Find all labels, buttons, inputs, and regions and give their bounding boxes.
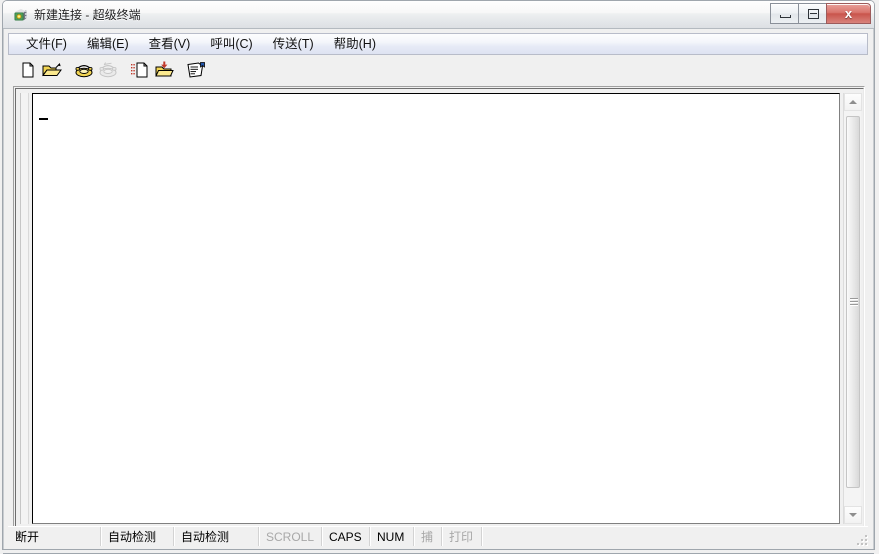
menu-help[interactable]: 帮助(H) [326, 35, 384, 54]
phone-hangup-icon [99, 61, 117, 77]
scrollbar-thumb[interactable] [846, 116, 860, 488]
chevron-up-icon [849, 100, 857, 104]
send-file-button[interactable] [128, 58, 152, 81]
menu-transfer[interactable]: 传送(T) [265, 35, 322, 54]
menu-call[interactable]: 呼叫(C) [202, 35, 260, 54]
minimize-icon [780, 15, 791, 18]
scrollbar-grip-icon [850, 298, 858, 306]
status-connection: 断开 [8, 527, 101, 546]
menu-bar: 文件(F) 编辑(E) 查看(V) 呼叫(C) 传送(T) 帮助(H) [8, 33, 868, 55]
scroll-down-button[interactable] [844, 506, 862, 524]
phone-call-icon [75, 64, 93, 77]
new-connection-button[interactable] [16, 58, 40, 81]
toolbar-separator [120, 58, 128, 81]
status-autodetect-1: 自动检测 [101, 527, 174, 546]
client-area: 文件(F) 编辑(E) 查看(V) 呼叫(C) 传送(T) 帮助(H) 断开 自… [3, 29, 874, 549]
receive-file-button[interactable] [152, 58, 176, 81]
toolbar [8, 56, 868, 83]
terminal-panel-inner [15, 88, 864, 528]
window-title: 新建连接 - 超级终端 [34, 8, 141, 22]
maximize-button[interactable] [798, 3, 827, 24]
open-button[interactable] [40, 58, 64, 81]
send-file-icon [131, 62, 148, 77]
status-filler [482, 527, 868, 546]
status-caps: CAPS [322, 527, 370, 546]
toolbar-separator [64, 58, 72, 81]
open-folder-icon [42, 62, 62, 76]
window-controls: x [770, 3, 871, 24]
status-scroll: SCROLL [259, 527, 322, 546]
maximize-icon [808, 9, 819, 19]
terminal-scrollbar[interactable] [843, 93, 862, 524]
chevron-down-icon [849, 513, 857, 517]
menu-edit[interactable]: 编辑(E) [79, 35, 137, 54]
menu-view[interactable]: 查看(V) [141, 35, 199, 54]
properties-icon [187, 61, 205, 78]
properties-button[interactable] [184, 58, 208, 81]
scroll-up-button[interactable] [844, 93, 862, 111]
status-num: NUM [370, 527, 414, 546]
minimize-button[interactable] [770, 3, 799, 24]
status-print: 打印 [442, 527, 482, 546]
modem-icon [12, 6, 30, 24]
title-bar[interactable]: 新建连接 - 超级终端 x [3, 1, 874, 29]
status-autodetect-2: 自动检测 [174, 527, 259, 546]
resize-grip-icon[interactable] [853, 531, 867, 545]
status-capture: 捕 [414, 527, 442, 546]
call-button[interactable] [72, 58, 96, 81]
hyperterminal-window: 新建连接 - 超级终端 x 文件(F) 编辑(E) 查看(V) 呼叫(C) 传送… [0, 0, 879, 554]
status-bar: 断开 自动检测 自动检测 SCROLL CAPS NUM 捕 打印 [8, 526, 868, 546]
menu-file[interactable]: 文件(F) [18, 35, 75, 54]
new-document-icon [22, 62, 34, 77]
terminal-panel [13, 86, 865, 529]
terminal-output[interactable] [32, 93, 840, 524]
terminal-left-gutter [20, 93, 29, 524]
receive-file-icon [155, 61, 174, 76]
toolbar-separator [176, 58, 184, 81]
close-button[interactable]: x [826, 3, 871, 24]
close-icon: x [844, 6, 853, 21]
terminal-cursor [39, 118, 48, 120]
disconnect-button[interactable] [96, 58, 120, 81]
